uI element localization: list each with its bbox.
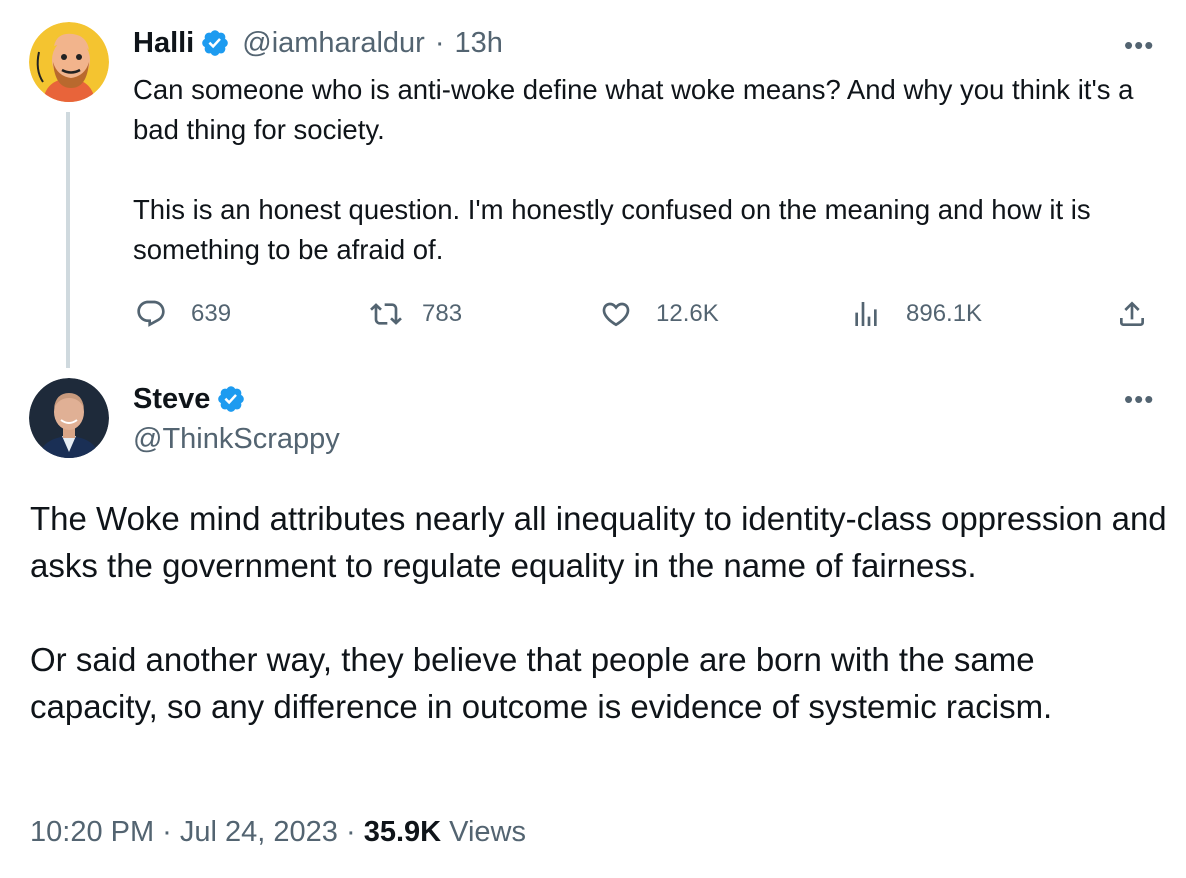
main-tweet-text: The Woke mind attributes nearly all ineq…	[30, 495, 1170, 730]
tweet-metadata: 10:20 PM · Jul 24, 2023 · 35.9K Views	[30, 812, 526, 852]
main-timestamp[interactable]: 10:20 PM · Jul 24, 2023	[30, 816, 338, 848]
parent-handle[interactable]: @iamharaldur	[242, 26, 425, 60]
like-icon	[602, 302, 630, 327]
parent-more-button[interactable]: •••	[1124, 30, 1154, 61]
parent-timestamp[interactable]: 13h	[455, 26, 503, 60]
retweet-button[interactable]: 783	[370, 294, 462, 334]
main-text-paragraph-2: Or said another way, they believe that p…	[30, 641, 1053, 725]
like-count: 12.6K	[656, 300, 719, 327]
steve-avatar[interactable]	[29, 378, 109, 458]
verified-badge-icon[interactable]	[200, 28, 230, 58]
main-more-button[interactable]: •••	[1124, 384, 1154, 415]
thread-connector-line	[66, 112, 70, 368]
views-button[interactable]: 896.1K	[850, 294, 982, 334]
share-icon	[1120, 301, 1144, 326]
like-button[interactable]: 12.6K	[600, 294, 719, 334]
views-icon	[855, 302, 877, 326]
verified-badge-icon[interactable]	[216, 384, 246, 414]
main-text-paragraph-1: The Woke mind attributes nearly all ineq…	[30, 500, 1167, 584]
main-handle[interactable]: @ThinkScrappy	[133, 422, 340, 456]
parent-text-paragraph-1: Can someone who is anti-woke define what…	[133, 74, 1134, 145]
parent-tweet-text: Can someone who is anti-woke define what…	[133, 70, 1163, 270]
share-button[interactable]	[1116, 294, 1148, 334]
parent-header: Halli @iamharaldur · 13h	[133, 26, 503, 60]
main-views-count: 35.9K	[363, 816, 442, 848]
retweet-count: 783	[422, 300, 463, 327]
reply-button[interactable]: 639	[135, 294, 231, 334]
reply-count: 639	[191, 300, 232, 327]
main-views-label: Views	[441, 816, 526, 848]
parent-text-paragraph-2: This is an honest question. I'm honestly…	[133, 194, 1091, 265]
parent-separator: ·	[434, 27, 445, 59]
reply-icon	[137, 300, 165, 327]
halli-avatar[interactable]	[29, 22, 109, 102]
main-display-name[interactable]: Steve	[133, 382, 210, 416]
views-count: 896.1K	[906, 300, 983, 327]
parent-display-name[interactable]: Halli	[133, 26, 194, 60]
meta-dot: ·	[337, 816, 364, 848]
main-header-name-row: Steve	[133, 382, 246, 416]
retweet-icon	[370, 303, 402, 325]
